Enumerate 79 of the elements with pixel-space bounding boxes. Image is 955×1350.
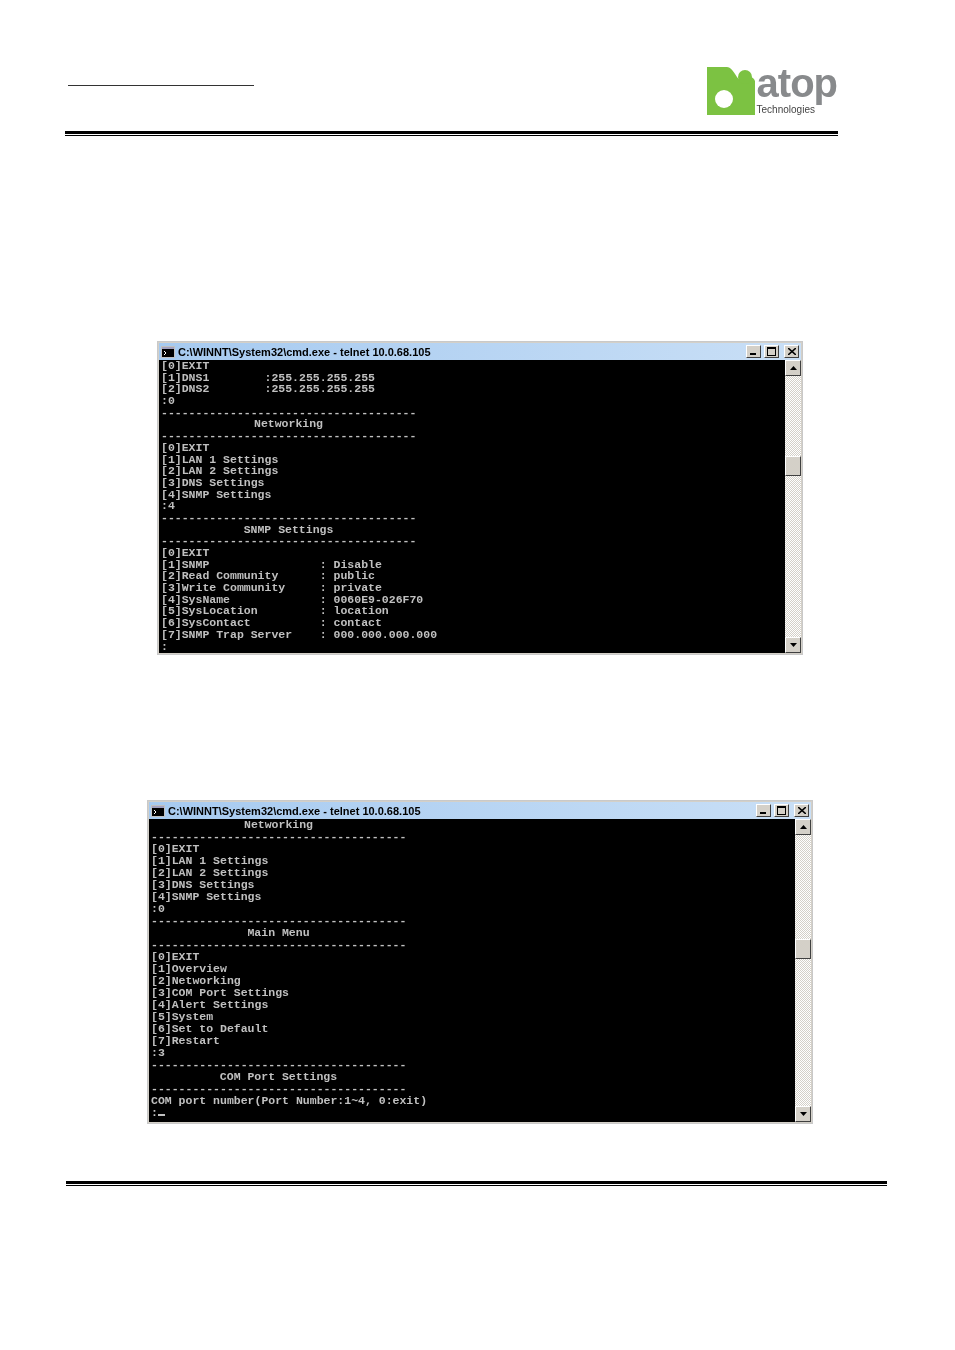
menu-heading: Networking [253, 418, 324, 431]
console-line: : [161, 640, 168, 653]
close-icon [787, 348, 796, 355]
console-line: [4]SysName : 0060E9-026F70 [161, 593, 425, 606]
menu-heading: Networking [243, 819, 314, 831]
maximize-icon [777, 806, 786, 815]
down-arrow-icon [799, 1112, 807, 1116]
down-arrow-icon [789, 643, 797, 647]
window-title: C:\WINNT\System32\cmd.exe - telnet 10.0.68.105 [168, 804, 422, 817]
console-line: [1]DNS1 :255.255.255.255 [161, 371, 376, 384]
close-button[interactable] [794, 804, 809, 817]
dashed-separator: ------------------------------------- [151, 915, 408, 927]
maximize-button[interactable] [774, 804, 789, 817]
dashed-separator: ------------------------------------- [161, 406, 418, 419]
console-line: [4]SNMP Settings [151, 891, 263, 903]
window-title: C:\WINNT\System32\cmd.exe - telnet 10.0.68.105 [178, 345, 432, 358]
dashed-separator: ------------------------------------- [151, 1059, 408, 1071]
console-line: [1]Overview [151, 963, 228, 975]
minimize-button[interactable] [746, 345, 761, 358]
minimize-button[interactable] [756, 804, 771, 817]
logo-mark-icon [706, 67, 755, 115]
dashed-separator: ------------------------------------- [161, 511, 418, 524]
console-line: [3]DNS Settings [161, 476, 265, 489]
dashed-separator: ------------------------------------- [161, 430, 418, 442]
console-line: [6]SysContact : contact [161, 617, 383, 629]
logo-wordmark: atop [756, 62, 837, 104]
dashed-separator: ------------------------------------- [161, 535, 418, 547]
scroll-thumb[interactable] [785, 456, 801, 476]
console-line: [1]LAN 1 Settings [161, 453, 280, 466]
console-line: [3]Write Community : private [161, 582, 383, 594]
console-line: [2]LAN 2 Settings [151, 867, 270, 879]
menu-heading: Main Menu [246, 927, 311, 939]
console-line: [3]COM Port Settings [151, 987, 291, 999]
up-arrow-icon [799, 825, 807, 829]
up-arrow-icon [789, 366, 797, 370]
close-icon [797, 807, 806, 814]
console-line: [5]System [151, 1011, 215, 1023]
maximize-icon [767, 347, 776, 356]
menu-heading: SNMP Settings [242, 523, 335, 536]
scroll-down-button[interactable] [795, 1106, 811, 1122]
console-line: [0]EXIT [151, 951, 201, 963]
console-line: COM port number(Port Number:1~4, 0:exit) [151, 1095, 429, 1107]
console-line: :0 [161, 395, 176, 407]
console-line: [0]EXIT [161, 360, 211, 372]
scroll-down-button[interactable] [785, 637, 801, 653]
menu-heading: COM Port Settings [218, 1071, 339, 1083]
scroll-thumb[interactable] [795, 939, 811, 959]
scrollbar[interactable] [785, 360, 801, 653]
scrollbar[interactable] [795, 819, 811, 1122]
console-line: [0]EXIT [161, 547, 211, 559]
console-line: [5]SysLocation : location [161, 605, 390, 618]
console-line: :3 [151, 1047, 166, 1059]
console-line: [1]LAN 1 Settings [151, 855, 270, 867]
dashed-separator: ------------------------------------- [151, 1083, 408, 1095]
console-icon [151, 804, 165, 817]
console-line: [4]SNMP Settings [161, 488, 273, 501]
console-line: [7]SNMP Trap Server : 000.000.000.000 [161, 628, 439, 641]
console-line: [2]LAN 2 Settings [161, 465, 280, 477]
console-icon [161, 345, 175, 358]
console-line: [2]Networking [151, 975, 242, 987]
maximize-button[interactable] [764, 345, 779, 358]
console-line: [3]DNS Settings [151, 879, 256, 891]
console-line: :0 [151, 903, 166, 915]
console-line: : [151, 1107, 793, 1119]
console-line: [2]DNS2 :255.255.255.255 [161, 383, 376, 396]
console-line: [4]Alert Settings [151, 999, 270, 1011]
console-line: :4 [161, 500, 175, 512]
scroll-up-button[interactable] [785, 360, 801, 376]
console-line: [2]Read Community : public [161, 570, 376, 583]
dashed-separator: ------------------------------------- [151, 831, 408, 843]
console-line: [0]EXIT [161, 441, 211, 454]
console-line: [6]Set to Default [151, 1023, 270, 1035]
scroll-up-button[interactable] [795, 819, 811, 835]
console-line: [1]SNMP : Disable [161, 558, 383, 571]
console-line: [7]Restart [151, 1035, 221, 1047]
close-button[interactable] [784, 345, 799, 358]
dashed-separator: ------------------------------------- [151, 939, 408, 951]
console-line: [0]EXIT [151, 843, 201, 855]
logo-tagline: Technologies [756, 104, 815, 115]
